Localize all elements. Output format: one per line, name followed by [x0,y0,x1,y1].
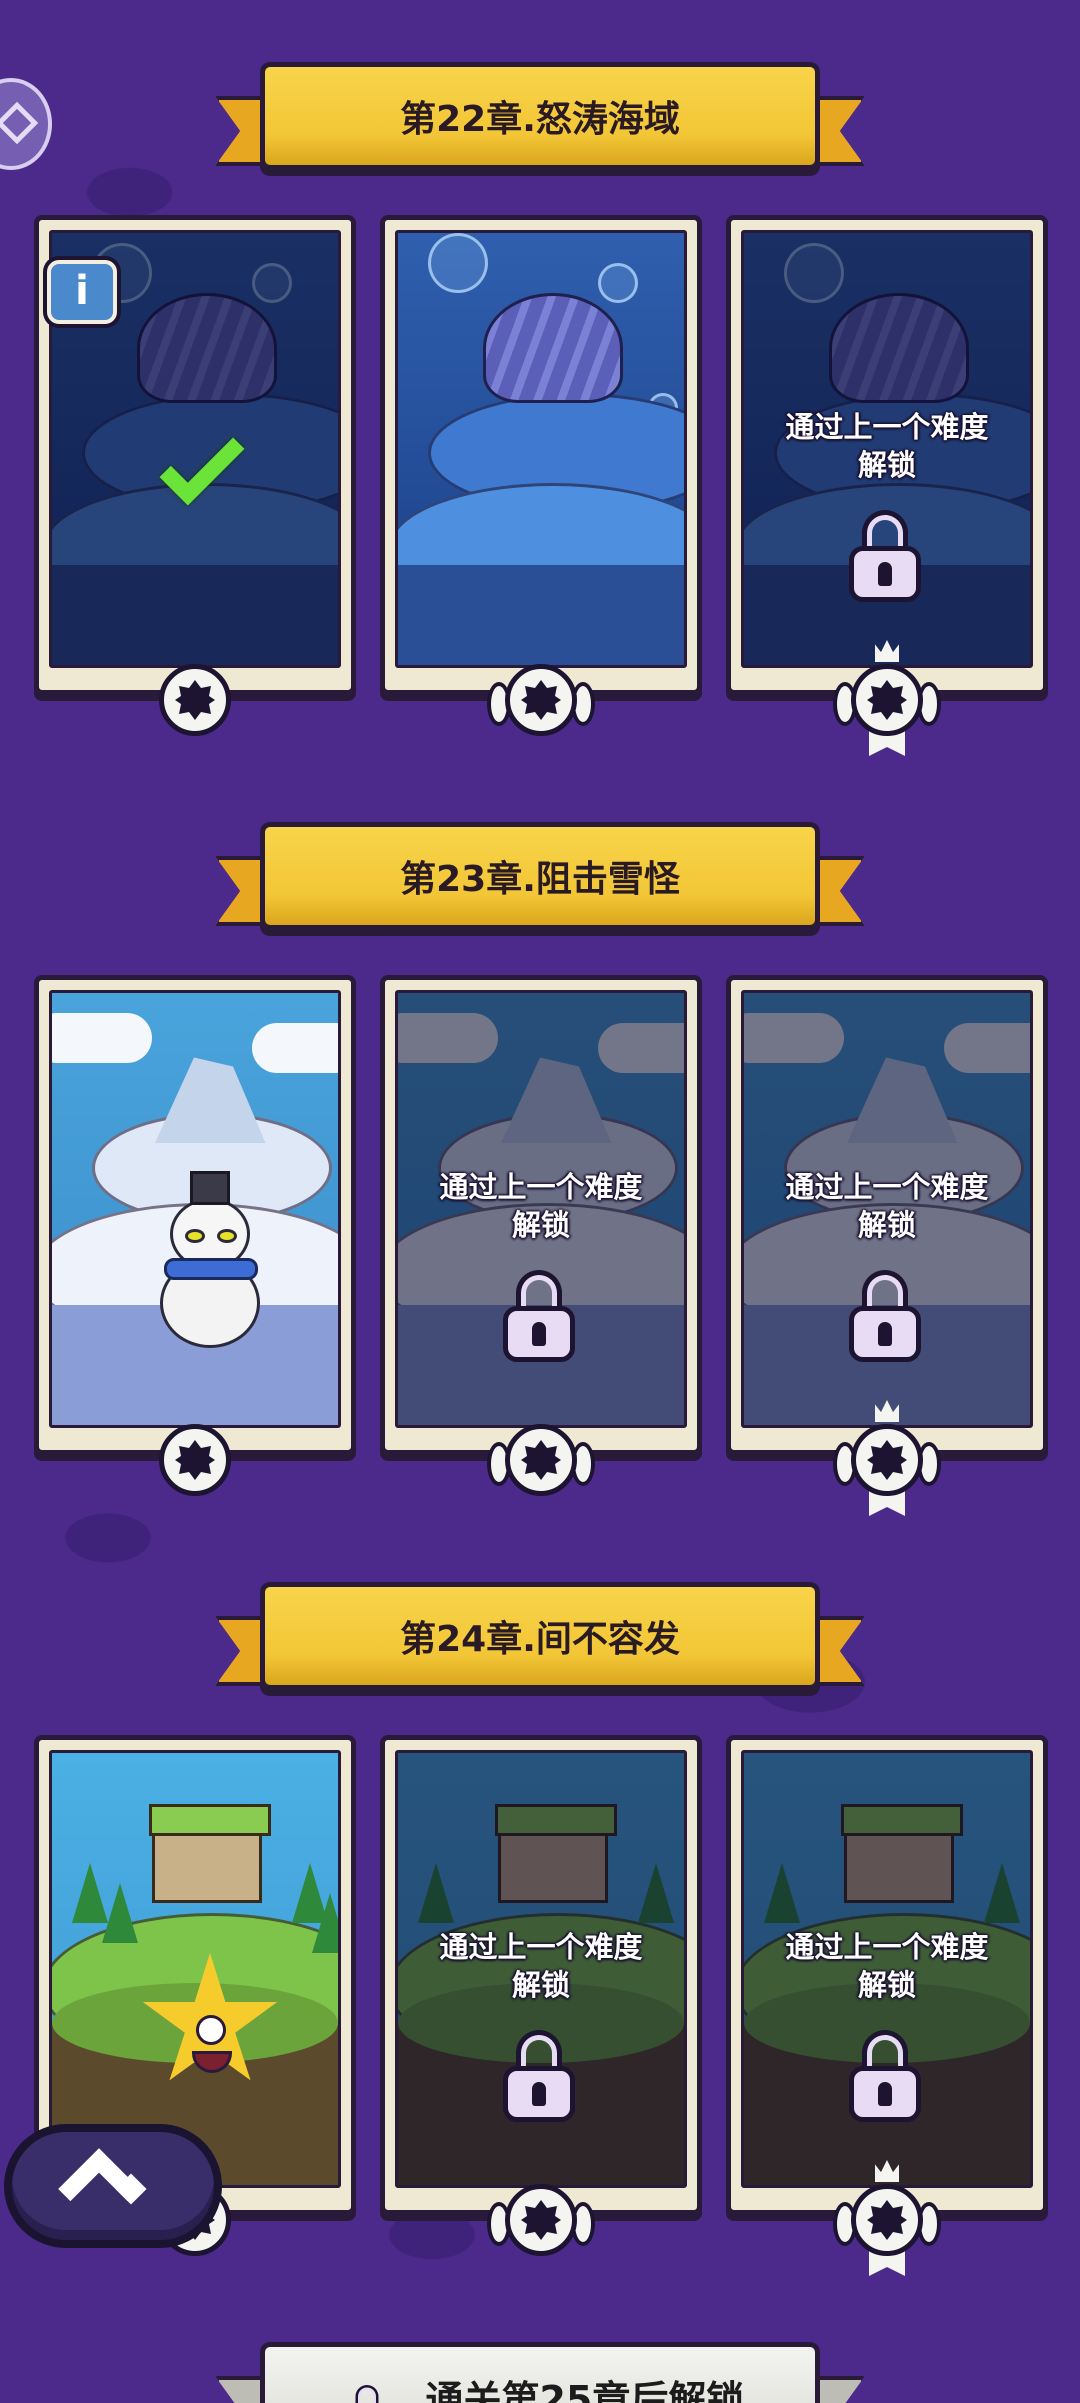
padlock-icon [499,2030,579,2122]
locked-hint-text: 通过上一个难度 解锁 [785,410,989,482]
banner-plate: 通关第25章后解锁 [260,2342,820,2403]
chapter-23-banner: 第23章.阻击雪怪 [215,822,865,942]
diamond-arrow-icon [0,101,39,145]
chapter-22-normal-card[interactable]: i [34,215,356,736]
difficulty-normal-medal-icon [155,660,235,740]
snow-stage-art [49,990,341,1428]
chapter-25-locked-banner: 通关第25章后解锁 [215,2342,865,2403]
difficulty-hard-medal-icon [487,660,595,740]
locked-hint-text: 通过上一个难度 解锁 [439,1930,643,2002]
locked-chapter-text: 通关第25章后解锁 [425,2377,745,2403]
difficulty-nightmare-medal-icon [833,640,941,756]
info-button[interactable]: i [47,260,117,324]
chapter-24-banner: 第24章.间不容发 [215,1582,865,1702]
locked-hint-text: 通过上一个难度 解锁 [785,1930,989,2002]
padlock-icon [845,1270,925,1362]
shrine-building [149,1804,271,1903]
chapter-23-nightmare-card[interactable]: 通过上一个难度 解锁 [726,975,1048,1516]
forest-stage-art [49,1750,341,2188]
difficulty-hard-medal-icon [487,1420,595,1500]
chapter-23-normal-card[interactable] [34,975,356,1496]
padlock-icon [347,2385,379,2403]
locked-hint-text: 通过上一个难度 解锁 [439,1170,643,1242]
locked-hint-text: 通过上一个难度 解锁 [785,1170,989,1242]
difficulty-hard-medal-icon [487,2180,595,2260]
chapter-22-banner: 第22章.怒涛海域 [215,62,865,182]
padlock-icon [845,2030,925,2122]
difficulty-nightmare-medal-icon [833,2160,941,2276]
chapter-title: 第23章.阻击雪怪 [400,859,680,900]
chapter-title: 第24章.间不容发 [400,1619,680,1660]
chapter-title: 第22章.怒涛海域 [400,99,680,140]
chapter-24-hard-card[interactable]: 通过上一个难度 解锁 [380,1735,702,2256]
chapter-23-hard-card[interactable]: 通过上一个难度 解锁 [380,975,702,1496]
padlock-icon [499,1270,579,1362]
snowman-boss [190,1171,230,1205]
chapter-24-nightmare-card[interactable]: 通过上一个难度 解锁 [726,1735,1048,2276]
difficulty-nightmare-medal-icon [833,1400,941,1516]
banner-plate: 第23章.阻击雪怪 [260,822,820,930]
banner-plate: 第22章.怒涛海域 [260,62,820,170]
chapter-22-nightmare-card[interactable]: 通过上一个难度 解锁 [726,215,1048,756]
ocean-stage-art [395,230,687,668]
seashell-decoration [483,293,623,403]
banner-plate: 第24章.间不容发 [260,1582,820,1690]
ice-mountain [155,1057,266,1143]
side-menu-button[interactable] [0,78,52,170]
chapter-22-hard-card[interactable] [380,215,702,736]
padlock-icon [845,510,925,602]
difficulty-normal-medal-icon [155,1420,235,1500]
back-button[interactable] [4,2124,222,2248]
